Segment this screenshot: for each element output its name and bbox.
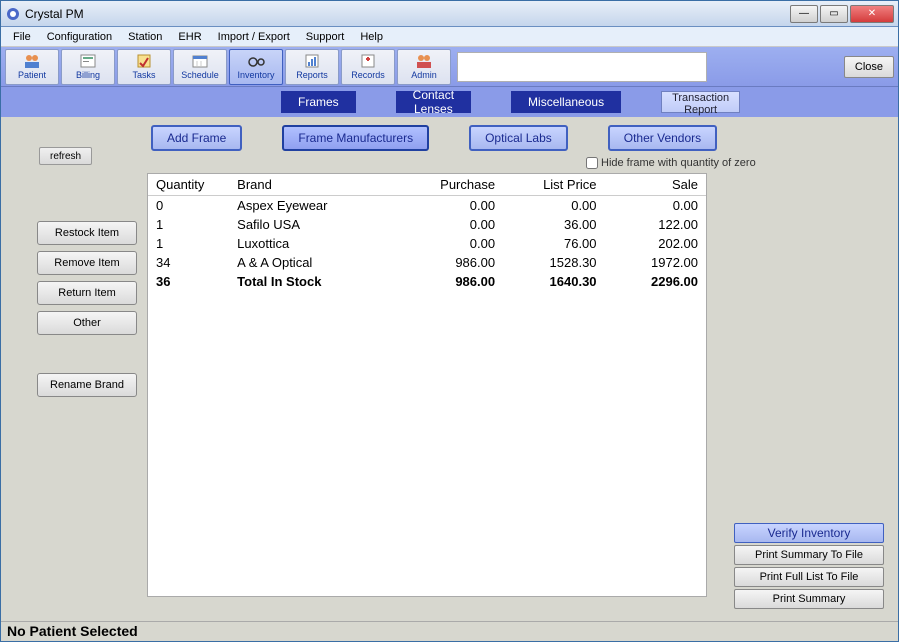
toolbar-label: Billing [76, 70, 100, 80]
subnav: Frames Contact Lenses Miscellaneous Tran… [1, 87, 898, 117]
col-quantity[interactable]: Quantity [148, 174, 229, 196]
tasks-icon [135, 53, 153, 69]
print-summary-button[interactable]: Print Summary [734, 589, 884, 609]
toolbar-label: Records [351, 70, 385, 80]
toolbar: Patient Billing Tasks Schedule Inventory… [1, 47, 898, 87]
table-row[interactable]: 1Safilo USA0.0036.00122.00 [148, 215, 706, 234]
col-sale[interactable]: Sale [605, 174, 706, 196]
admin-icon [415, 53, 433, 69]
menubar: File Configuration Station EHR Import / … [1, 27, 898, 47]
reports-icon [303, 53, 321, 69]
menu-configuration[interactable]: Configuration [39, 29, 120, 45]
menu-file[interactable]: File [5, 29, 39, 45]
toolbar-label: Reports [296, 70, 328, 80]
tab-contact-lenses[interactable]: Contact Lenses [396, 91, 471, 113]
window-title: Crystal PM [25, 7, 790, 21]
other-button[interactable]: Other [37, 311, 137, 335]
inventory-table[interactable]: Quantity Brand Purchase List Price Sale … [147, 173, 707, 597]
side-buttons: Restock Item Remove Item Return Item Oth… [37, 155, 137, 621]
transaction-report-button[interactable]: Transaction Report [661, 91, 740, 113]
hide-zero-row: Hide frame with quantity of zero [586, 157, 756, 169]
toolbar-label: Inventory [237, 70, 274, 80]
maximize-button[interactable]: ▭ [820, 5, 848, 23]
table-row[interactable]: 1Luxottica0.0076.00202.00 [148, 234, 706, 253]
toolbar-inventory[interactable]: Inventory [229, 49, 283, 85]
toolbar-label: Schedule [181, 70, 219, 80]
toolbar-patient[interactable]: Patient [5, 49, 59, 85]
col-purchase[interactable]: Purchase [402, 174, 503, 196]
remove-item-button[interactable]: Remove Item [37, 251, 137, 275]
menu-import-export[interactable]: Import / Export [210, 29, 298, 45]
print-summary-to-file-button[interactable]: Print Summary To File [734, 545, 884, 565]
col-brand[interactable]: Brand [229, 174, 401, 196]
statusbar: No Patient Selected [1, 621, 898, 641]
action-row: Add Frame Frame Manufacturers Optical La… [1, 117, 898, 155]
toolbar-records[interactable]: Records [341, 49, 395, 85]
toolbar-reports[interactable]: Reports [285, 49, 339, 85]
minimize-button[interactable]: — [790, 5, 818, 23]
records-icon [359, 53, 377, 69]
refresh-button[interactable]: refresh [39, 147, 92, 165]
tab-miscellaneous[interactable]: Miscellaneous [511, 91, 621, 113]
optical-labs-button[interactable]: Optical Labs [469, 125, 568, 151]
other-vendors-button[interactable]: Other Vendors [608, 125, 717, 151]
table-header-row: Quantity Brand Purchase List Price Sale [148, 174, 706, 196]
table-row[interactable]: 0Aspex Eyewear0.000.000.00 [148, 196, 706, 216]
toolbar-billing[interactable]: Billing [61, 49, 115, 85]
tab-frames[interactable]: Frames [281, 91, 356, 113]
right-buttons: Verify Inventory Print Summary To File P… [734, 523, 884, 609]
hide-zero-checkbox[interactable] [586, 157, 598, 169]
menu-help[interactable]: Help [352, 29, 391, 45]
col-list-price[interactable]: List Price [503, 174, 604, 196]
toolbar-blank-field [457, 52, 707, 82]
menu-station[interactable]: Station [120, 29, 170, 45]
billing-icon [79, 53, 97, 69]
toolbar-schedule[interactable]: Schedule [173, 49, 227, 85]
print-full-list-to-file-button[interactable]: Print Full List To File [734, 567, 884, 587]
toolbar-label: Tasks [132, 70, 155, 80]
app-icon [5, 6, 21, 22]
patient-icon [23, 53, 41, 69]
verify-inventory-button[interactable]: Verify Inventory [734, 523, 884, 543]
rename-brand-button[interactable]: Rename Brand [37, 373, 137, 397]
content-area: refresh Add Frame Frame Manufacturers Op… [1, 117, 898, 621]
titlebar: Crystal PM — ▭ ✕ [1, 1, 898, 27]
table-row[interactable]: 34A & A Optical986.001528.301972.00 [148, 253, 706, 272]
toolbar-tasks[interactable]: Tasks [117, 49, 171, 85]
return-item-button[interactable]: Return Item [37, 281, 137, 305]
inventory-icon [247, 53, 265, 69]
close-window-button[interactable]: ✕ [850, 5, 894, 23]
table-total-row: 36Total In Stock986.001640.302296.00 [148, 272, 706, 291]
menu-ehr[interactable]: EHR [170, 29, 209, 45]
add-frame-button[interactable]: Add Frame [151, 125, 242, 151]
menu-support[interactable]: Support [298, 29, 353, 45]
app-window: Crystal PM — ▭ ✕ File Configuration Stat… [0, 0, 899, 642]
close-button[interactable]: Close [844, 56, 894, 78]
hide-zero-label: Hide frame with quantity of zero [601, 157, 756, 169]
toolbar-admin[interactable]: Admin [397, 49, 451, 85]
toolbar-label: Admin [411, 70, 437, 80]
restock-item-button[interactable]: Restock Item [37, 221, 137, 245]
window-controls: — ▭ ✕ [790, 5, 894, 23]
toolbar-label: Patient [18, 70, 46, 80]
frame-manufacturers-button[interactable]: Frame Manufacturers [282, 125, 429, 151]
schedule-icon [191, 53, 209, 69]
